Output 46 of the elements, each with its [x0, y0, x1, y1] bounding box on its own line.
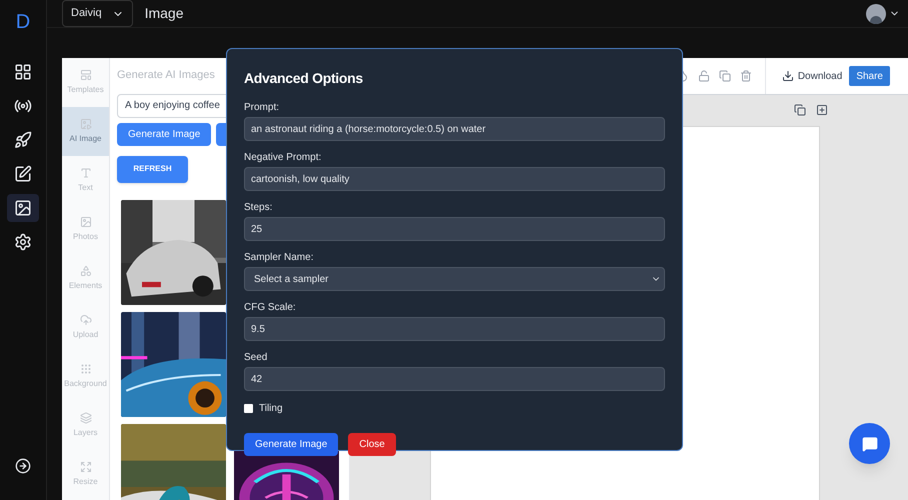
- refresh-button[interactable]: REFRESH: [117, 156, 188, 182]
- field-label: CFG Scale:: [244, 301, 297, 314]
- user-avatar[interactable]: [866, 4, 886, 24]
- edit-icon: [14, 165, 32, 183]
- upload-icon: [80, 314, 92, 326]
- field-label: Steps:: [244, 201, 274, 214]
- field-label: Seed: [244, 351, 268, 364]
- rocket-icon: [14, 131, 32, 149]
- modal-title: Advanced Options: [244, 69, 364, 88]
- expand-sidebar-icon[interactable]: [15, 458, 31, 474]
- generate-button[interactable]: Generate Image: [117, 122, 212, 146]
- app-logo[interactable]: D: [16, 10, 30, 34]
- generate-image-button[interactable]: Generate Image: [244, 433, 338, 456]
- resize-icon: [80, 461, 92, 473]
- input-field[interactable]: 42: [244, 367, 665, 391]
- field-label: Prompt:: [244, 101, 280, 114]
- page-title: Image: [144, 4, 184, 23]
- template-icon: [80, 69, 92, 81]
- download-button[interactable]: Download: [782, 68, 842, 84]
- image-icon: [14, 199, 32, 217]
- settings-icon: [14, 233, 32, 251]
- input-field[interactable]: 9.5: [244, 317, 665, 341]
- input-field[interactable]: an astronaut riding a (horse:motorcycle:0.5) on water: [244, 117, 665, 141]
- apps-icon: [14, 63, 32, 81]
- shapes-icon: [80, 265, 92, 277]
- workspace-dropdown[interactable]: Daiviq: [62, 0, 133, 27]
- input-field[interactable]: 25: [244, 217, 665, 241]
- add-page-icon[interactable]: [816, 104, 828, 116]
- layers-icon: [80, 412, 92, 424]
- share-button[interactable]: Share: [849, 66, 890, 86]
- photo-icon: [80, 216, 92, 228]
- editor-tab[interactable]: AI Image: [62, 107, 109, 156]
- close-button[interactable]: Close: [348, 433, 396, 456]
- dots-grid-icon: [80, 363, 92, 375]
- duplicate-page-icon[interactable]: [794, 104, 806, 116]
- nav-item[interactable]: [7, 194, 39, 222]
- sampler-select[interactable]: Select a sampler: [244, 267, 665, 291]
- panel-title: Generate AI Images: [117, 68, 215, 83]
- input-field[interactable]: cartoonish, low quality: [244, 167, 665, 191]
- field-label: Sampler Name:: [244, 251, 314, 264]
- field-label: Negative Prompt:: [244, 151, 322, 164]
- checkbox-label: Tiling: [259, 402, 283, 416]
- download-icon: [782, 70, 794, 82]
- chat-icon: [862, 436, 878, 452]
- tiling-checkbox[interactable]: [244, 404, 253, 413]
- text-icon: [80, 167, 92, 179]
